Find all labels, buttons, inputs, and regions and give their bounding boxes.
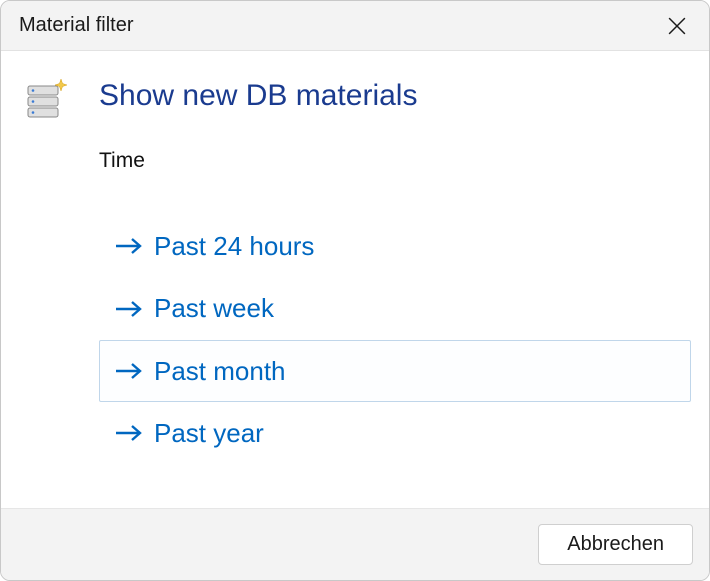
section-label-time: Time [99, 149, 691, 173]
time-option-label: Past month [154, 353, 286, 389]
dialog-title: Material filter [19, 14, 133, 37]
cancel-button[interactable]: Abbrechen [538, 524, 693, 565]
close-button[interactable] [663, 12, 691, 40]
time-option-label: Past 24 hours [154, 228, 314, 264]
time-option[interactable]: Past 24 hours [99, 215, 691, 277]
time-options: Past 24 hours Past week Past month Past yea… [99, 215, 691, 465]
dialog-window: Material filter [0, 0, 710, 581]
database-new-icon [25, 77, 69, 121]
time-option[interactable]: Past week [99, 277, 691, 339]
dialog-heading: Show new DB materials [99, 79, 691, 113]
arrow-right-icon [114, 423, 144, 443]
close-icon [668, 17, 686, 35]
arrow-right-icon [114, 236, 144, 256]
arrow-right-icon [114, 361, 144, 381]
dialog-content: Show new DB materials Time Past 24 hours… [1, 51, 709, 508]
main-column: Show new DB materials Time Past 24 hours… [99, 77, 691, 508]
icon-column [23, 77, 71, 508]
time-option[interactable]: Past month [99, 340, 691, 402]
titlebar: Material filter [1, 1, 709, 51]
time-option-label: Past year [154, 415, 264, 451]
dialog-footer: Abbrechen [1, 508, 709, 580]
time-option[interactable]: Past year [99, 402, 691, 464]
arrow-right-icon [114, 299, 144, 319]
time-option-label: Past week [154, 290, 274, 326]
